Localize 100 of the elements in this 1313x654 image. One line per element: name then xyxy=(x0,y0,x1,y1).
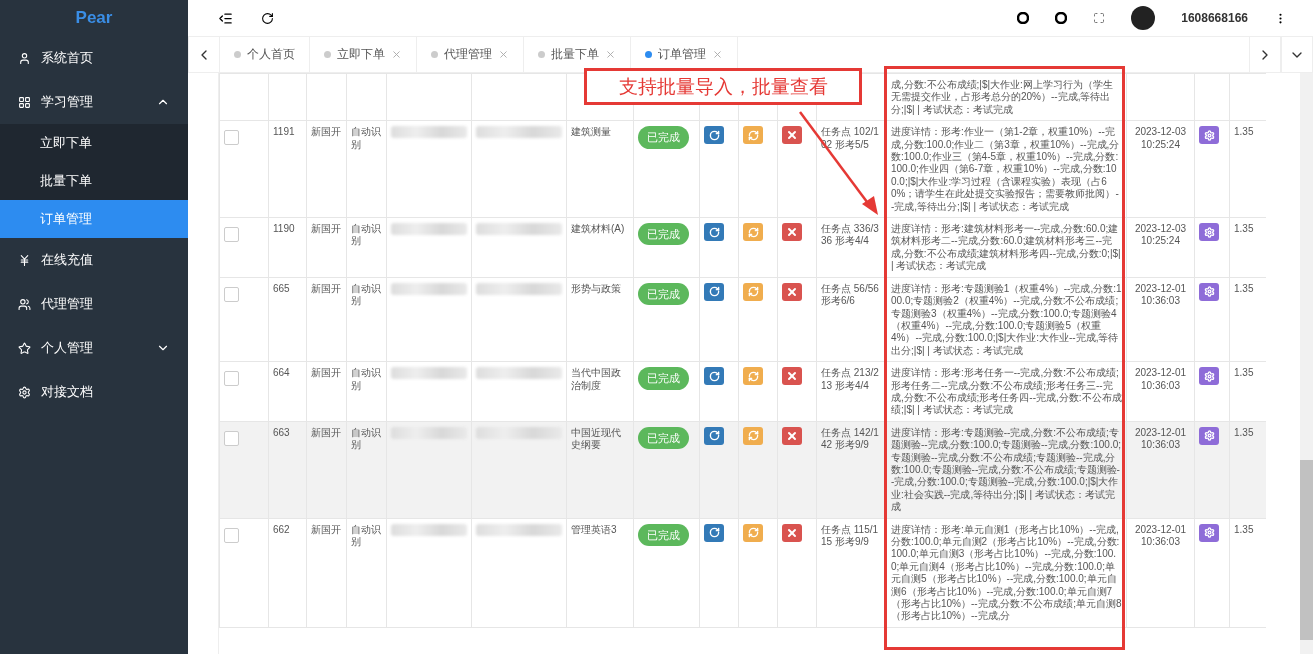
delete-button[interactable] xyxy=(782,126,802,145)
mode-text: 自动识别 xyxy=(351,282,381,307)
yen-icon xyxy=(18,253,31,267)
course-name: 建筑材料(A) xyxy=(571,223,625,235)
course-name: 中国近现代史纲要 xyxy=(571,426,621,451)
avatar[interactable] xyxy=(1131,6,1156,30)
refresh-button[interactable] xyxy=(704,426,724,445)
close-icon xyxy=(786,526,798,539)
settings-button[interactable] xyxy=(1199,426,1219,445)
delete-button[interactable] xyxy=(782,426,802,445)
sync-icon xyxy=(747,370,759,382)
progress-details: 进度详情：形考:形考任务一--完成,分数:不公布成绩;形考任务二--完成,分数:不公布成绩;形考任务三--完成,分数:不公布成绩;形考任务四--完成,分数:不公布成绩;|$| | 考试状态：考试完成 xyxy=(891,367,1122,416)
gear-icon xyxy=(1203,430,1215,442)
status-badge: 已完成 xyxy=(638,126,689,149)
platform-text: 新国开 xyxy=(311,426,341,438)
refresh-icon[interactable] xyxy=(261,11,274,25)
price-text: 1.35 xyxy=(1234,523,1254,535)
row-checkbox[interactable] xyxy=(224,130,239,146)
gear-icon xyxy=(1203,370,1215,382)
username[interactable]: 1608668166 xyxy=(1181,11,1248,25)
delete-button[interactable] xyxy=(782,367,802,386)
close-icon[interactable] xyxy=(391,49,402,60)
row-checkbox[interactable] xyxy=(224,286,239,302)
sidebar-subitem[interactable]: 立即下单 xyxy=(0,124,188,162)
status-badge: 已完成 xyxy=(638,523,689,546)
progress-details: 成,分数:不公布成绩;|$|大作业:网上学习行为（学生无需提交作业，占形考总分的20%）--完成,等待出分;|$| | 考试状态：考试完成 xyxy=(891,79,1113,115)
progress-text: 任务点 213/213 形考4/4 xyxy=(821,367,879,391)
close-icon[interactable] xyxy=(498,49,509,60)
settings-button[interactable] xyxy=(1199,367,1219,386)
sidebar-item[interactable]: 个人管理 xyxy=(0,326,188,370)
timestamp: 2023-12-01 10:36:03 xyxy=(1134,282,1187,307)
row-checkbox[interactable] xyxy=(224,371,239,387)
progress-text: 任务点 142/142 形考9/9 xyxy=(821,426,879,451)
sync-icon xyxy=(747,430,759,442)
mode-text: 自动识别 xyxy=(351,126,381,150)
platform-text: 新国开 xyxy=(311,126,341,138)
settings-button[interactable] xyxy=(1199,223,1219,242)
platform-text: 新国开 xyxy=(311,523,341,535)
order-id: 663 xyxy=(273,426,290,438)
refresh-button[interactable] xyxy=(704,367,724,386)
settings-button[interactable] xyxy=(1199,126,1219,145)
close-icon[interactable] xyxy=(605,49,616,60)
scrollbar[interactable] xyxy=(1300,73,1313,654)
order-id: 662 xyxy=(273,523,290,535)
settings-button[interactable] xyxy=(1199,282,1219,301)
close-icon xyxy=(786,285,798,298)
progress-details: 进度详情：形考:建筑材料形考一--完成,分数:60.0;建筑材料形考二--完成,分数:60.0;建筑材料形考三--完成,分数:不公布成绩;建筑材料形考四--完成,分数:0;|$| | 考试状态：考试完成 xyxy=(891,223,1121,272)
timestamp: 2023-12-01 10:36:03 xyxy=(1134,367,1187,391)
close-icon xyxy=(786,226,798,239)
course-name: 当代中国政治制度 xyxy=(571,367,621,391)
mode-text: 自动识别 xyxy=(351,223,381,247)
row-checkbox[interactable] xyxy=(224,227,239,243)
status-badge: 已完成 xyxy=(638,223,689,246)
row-checkbox[interactable] xyxy=(224,430,239,446)
sidebar-subitem[interactable]: 批量下单 xyxy=(0,162,188,200)
star-icon xyxy=(18,341,31,355)
grid-icon xyxy=(18,95,31,109)
progress-details: 进度详情：形考:作业一（第1-2章，权重10%）--完成,分数:100.0;作业二（第3章，权重10%）--完成,分数:100.0;作业三（第4-5章，权重10%）--完成,分数:100.0;作业四（第6-7章，权重10%）--完成,分数:100.0;|$|大作业:学习过程（含课程实验）表现（占60%；请学生在此处提交实验报告；需要教师批阅）--完成,等待出分;|$| | 考试状态：考试完成 xyxy=(891,126,1120,212)
sidebar-item[interactable]: 系统首页 xyxy=(0,36,188,80)
platform-text: 新国开 xyxy=(311,282,341,294)
settings-button[interactable] xyxy=(1199,523,1219,542)
delete-button[interactable] xyxy=(782,223,802,242)
menu-fold-icon[interactable] xyxy=(218,10,233,26)
sidebar-item[interactable]: 在线充值 xyxy=(0,238,188,282)
order-id: 664 xyxy=(273,367,290,379)
logo: Pear xyxy=(74,7,114,29)
delete-button[interactable] xyxy=(782,282,802,301)
refresh-icon xyxy=(708,370,720,382)
course-name: 建筑测量 xyxy=(571,126,611,138)
refresh-button[interactable] xyxy=(704,282,724,301)
mode-text: 自动识别 xyxy=(351,367,381,391)
progress-details: 进度详情：形考:专题测验1（权重4%）--完成,分数:100.0;专题测验2（权重4%）--完成,分数:不公布成绩;专题测验3（权重4%）--完成,分数:100.0;专题测验4（权重4%）--完成,分数:100.0;专题测验5（权重4%）--完成,分数:100.0;|$|大作业:大作业--完成,等待出分;|$| | 考试状态：考试完成 xyxy=(891,282,1122,356)
tab[interactable]: 立即下单 xyxy=(310,37,417,72)
row-checkbox[interactable] xyxy=(224,527,239,543)
fullscreen-icon[interactable] xyxy=(1093,12,1106,24)
mode-text: 自动识别 xyxy=(351,426,381,451)
tab[interactable]: 个人首页 xyxy=(220,37,310,72)
sidebar-item[interactable]: 代理管理 xyxy=(0,282,188,326)
timestamp: 2023-12-03 10:25:24 xyxy=(1134,126,1187,150)
refresh-icon xyxy=(708,226,720,238)
gear-icon xyxy=(1203,527,1215,539)
refresh-button[interactable] xyxy=(704,223,724,242)
price-text: 1.35 xyxy=(1234,126,1254,138)
price-text: 1.35 xyxy=(1234,367,1254,379)
close-icon[interactable] xyxy=(712,49,723,60)
progress-details: 进度详情：形考:单元自测1（形考占比10%）--完成,分数:100.0;单元自测2（形考占比10%）--完成,分数:100.0;单元自测3（形考占比10%）--完成,分数:100.0;单元自测4（形考占比10%）--完成,分数:100.0;单元自测5（形考占比10%）--完成,分数:100.0;单元自测6（形考占比10%）--完成,分数:100.0;单元自测7（形考占比10%）--完成,分数:不公布成绩;单元自测8（形考占比10%）--完成,分 xyxy=(891,523,1122,622)
gear-icon xyxy=(18,385,31,399)
refresh-button[interactable] xyxy=(704,523,724,542)
timestamp: 2023-12-01 10:36:03 xyxy=(1134,426,1187,451)
sidebar-item[interactable]: 学习管理 xyxy=(0,80,188,124)
sidebar-item[interactable]: 对接文档 xyxy=(0,370,188,414)
refresh-button[interactable] xyxy=(704,126,724,145)
sync-icon xyxy=(747,226,759,238)
delete-button[interactable] xyxy=(782,523,802,542)
status-badge: 已完成 xyxy=(638,426,689,450)
tab[interactable]: 代理管理 xyxy=(417,37,524,72)
sync-icon xyxy=(747,527,759,539)
users-icon xyxy=(18,297,31,311)
gear-icon xyxy=(1203,286,1215,298)
order-id: 665 xyxy=(273,282,290,294)
